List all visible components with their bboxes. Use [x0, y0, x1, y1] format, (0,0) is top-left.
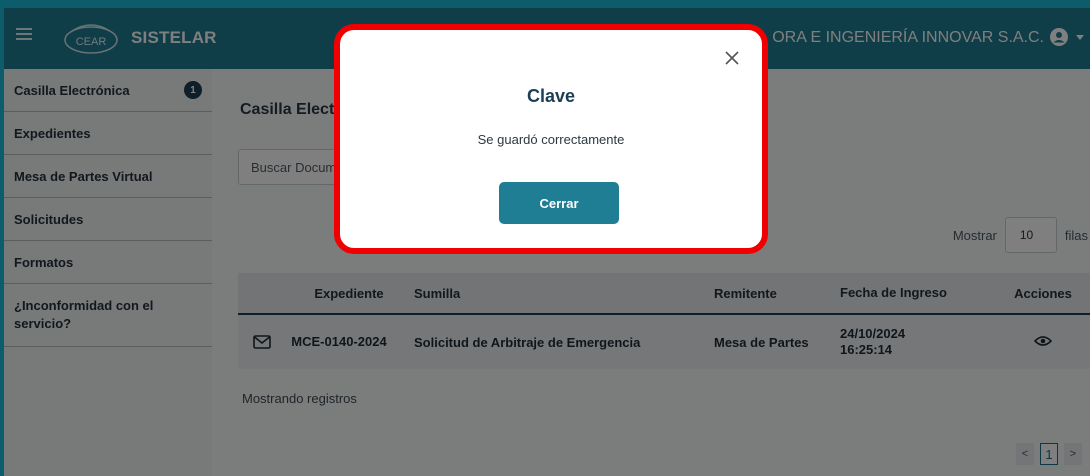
confirmation-dialog: Clave Se guardó correctamente Cerrar [346, 36, 756, 242]
modal-highlight: Clave Se guardó correctamente Cerrar [334, 24, 768, 254]
close-icon[interactable] [724, 50, 740, 66]
dialog-message: Se guardó correctamente [477, 132, 625, 147]
dialog-title: Clave [526, 86, 576, 106]
close-button[interactable]: Cerrar [499, 182, 619, 224]
